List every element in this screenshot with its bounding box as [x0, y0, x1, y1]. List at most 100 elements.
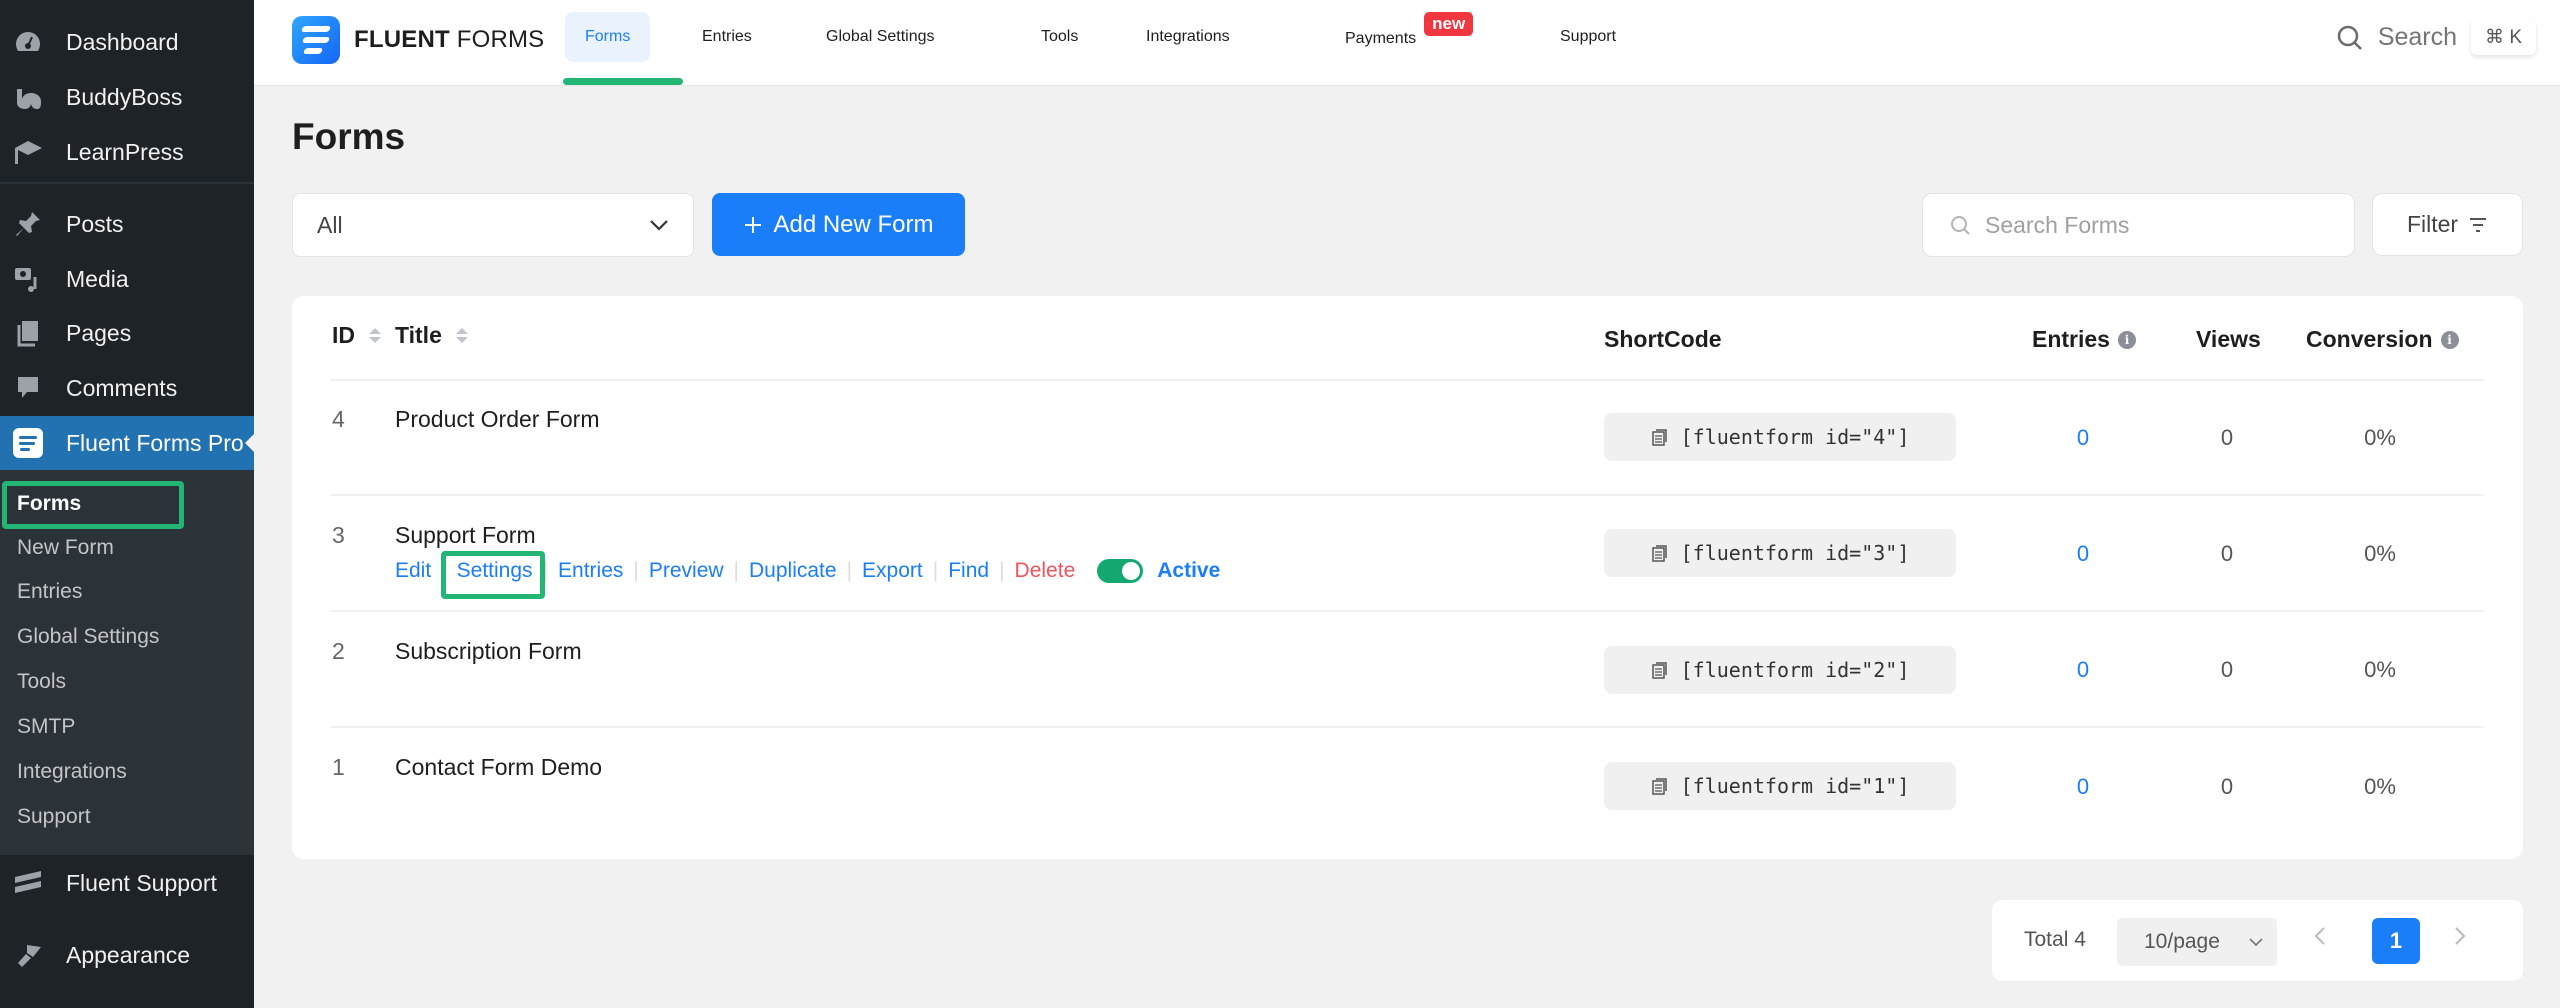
action-entries[interactable]: Entries [558, 559, 623, 583]
total-count: Total 4 [2024, 928, 2086, 951]
menu-label: Dashboard [66, 28, 179, 55]
cell-conversion: 0% [2364, 541, 2396, 566]
submenu-smtp[interactable]: SMTP [17, 715, 75, 739]
settings-highlight-box [441, 551, 545, 599]
menu-posts[interactable]: Posts [0, 197, 254, 251]
logo-text: FLUENT FORMS [354, 26, 545, 53]
shortcode-text: [fluentform id="1"] [1680, 774, 1910, 798]
column-header-id[interactable]: ID [332, 322, 381, 349]
shortcode-copy-button[interactable]: [fluentform id="4"] [1604, 413, 1956, 461]
cell-entries[interactable]: 0 [2043, 425, 2123, 451]
copy-icon [1651, 545, 1667, 562]
media-icon [10, 261, 46, 297]
menu-label: Fluent Support [66, 869, 217, 896]
search-icon [2337, 25, 2362, 50]
select-value: All [317, 211, 343, 238]
forms-highlight-box [2, 481, 184, 529]
column-header-title[interactable]: Title [395, 322, 468, 349]
action-find[interactable]: Find [948, 559, 989, 583]
next-page-button[interactable] [2454, 922, 2466, 953]
sort-icon[interactable] [369, 328, 381, 343]
form-filter-select[interactable]: All [292, 193, 694, 257]
menu-dashboard[interactable]: Dashboard [0, 15, 254, 69]
menu-comments[interactable]: Comments [0, 361, 254, 415]
menu-fluent-forms-pro[interactable]: Fluent Forms Pro [0, 416, 254, 470]
info-icon[interactable]: i [2440, 330, 2459, 349]
menu-media[interactable]: Media [0, 252, 254, 306]
add-new-form-button[interactable]: Add New Form [712, 193, 965, 256]
info-icon[interactable]: i [2117, 330, 2136, 349]
action-delete[interactable]: Delete [1015, 559, 1076, 583]
header-label: Title [395, 322, 442, 348]
menu-label: Comments [66, 374, 178, 401]
filter-button[interactable]: Filter [2372, 193, 2523, 256]
cell-id: 1 [332, 754, 345, 780]
active-tab-indicator [563, 78, 683, 85]
tab-entries[interactable]: Entries [682, 12, 772, 62]
action-duplicate[interactable]: Duplicate [749, 559, 837, 583]
plus-icon [745, 216, 762, 233]
shortcode-text: [fluentform id="3"] [1680, 541, 1910, 565]
shortcode-copy-button[interactable]: [fluentform id="2"] [1604, 646, 1956, 694]
tab-integrations[interactable]: Integrations [1126, 12, 1250, 62]
menu-label: Posts [66, 210, 124, 237]
cell-title[interactable]: Contact Form Demo [395, 754, 602, 781]
status-toggle[interactable] [1097, 559, 1144, 583]
chevron-down-icon [2249, 937, 2263, 946]
page-size-value: 10/page [2144, 930, 2220, 953]
button-label: Filter [2406, 211, 2459, 237]
cell-entries[interactable]: 0 [2043, 774, 2123, 800]
shortcode-copy-button[interactable]: [fluentform id="3"] [1604, 529, 1956, 577]
menu-learnpress[interactable]: LearnPress [0, 125, 254, 179]
sort-icon[interactable] [455, 328, 468, 343]
tab-payments[interactable]: Payments new [1325, 12, 1493, 62]
cell-entries[interactable]: 0 [2043, 541, 2123, 567]
menu-fluent-support[interactable]: Fluent Support [0, 856, 254, 910]
tab-global-settings[interactable]: Global Settings [806, 12, 955, 62]
submenu-tools[interactable]: Tools [17, 670, 66, 694]
action-export[interactable]: Export [862, 559, 923, 583]
cell-conversion: 0% [2364, 657, 2396, 682]
row-divider [331, 494, 2484, 496]
action-preview[interactable]: Preview [649, 559, 724, 583]
action-edit[interactable]: Edit [395, 559, 431, 583]
shortcode-copy-button[interactable]: [fluentform id="1"] [1604, 762, 1956, 810]
tab-forms[interactable]: Forms [565, 12, 651, 62]
chevron-right-icon [2455, 927, 2466, 945]
cell-title[interactable]: Product Order Form [395, 406, 600, 433]
cell-title[interactable]: Support Form [395, 522, 536, 549]
column-header-views: Views [2196, 326, 2261, 352]
column-header-conversion: Conversion i [2306, 326, 2459, 353]
submenu-entries[interactable]: Entries [17, 580, 82, 604]
fluent-support-icon [10, 865, 46, 901]
search-forms-input[interactable]: Search Forms [1922, 193, 2355, 257]
page-button-current[interactable]: 1 [2372, 918, 2420, 964]
menu-pages[interactable]: Pages [0, 306, 254, 360]
page-title: Forms [292, 116, 406, 157]
cell-entries[interactable]: 0 [2043, 657, 2123, 683]
global-search-button[interactable]: Search ⌘ K [2336, 20, 2536, 55]
fluent-forms-logo[interactable]: FLUENT FORMS [292, 16, 544, 64]
status-label: Active [1157, 559, 1221, 582]
prev-page-button[interactable] [2314, 922, 2326, 953]
menu-buddyboss[interactable]: BuddyBoss [0, 70, 254, 124]
page-size-select[interactable]: 10/page [2117, 918, 2277, 966]
tab-tools[interactable]: Tools [1021, 12, 1098, 62]
cell-id: 3 [332, 522, 345, 548]
header-label: Entries [2032, 326, 2110, 352]
submenu-new-form[interactable]: New Form [17, 536, 114, 560]
submenu-integrations[interactable]: Integrations [17, 760, 127, 784]
menu-label: Pages [66, 319, 132, 346]
submenu-global-settings[interactable]: Global Settings [17, 625, 159, 649]
submenu-support[interactable]: Support [17, 805, 91, 829]
search-placeholder: Search Forms [1985, 211, 2130, 238]
cell-views: 0 [2220, 425, 2234, 450]
pin-icon [10, 206, 46, 242]
cell-conversion: 0% [2364, 425, 2396, 450]
dashboard-icon [10, 24, 46, 60]
row-divider [331, 379, 2484, 381]
tab-support[interactable]: Support [1540, 12, 1636, 62]
menu-appearance[interactable]: Appearance [0, 928, 254, 982]
cell-title[interactable]: Subscription Form [395, 638, 582, 665]
copy-icon [1651, 429, 1667, 446]
